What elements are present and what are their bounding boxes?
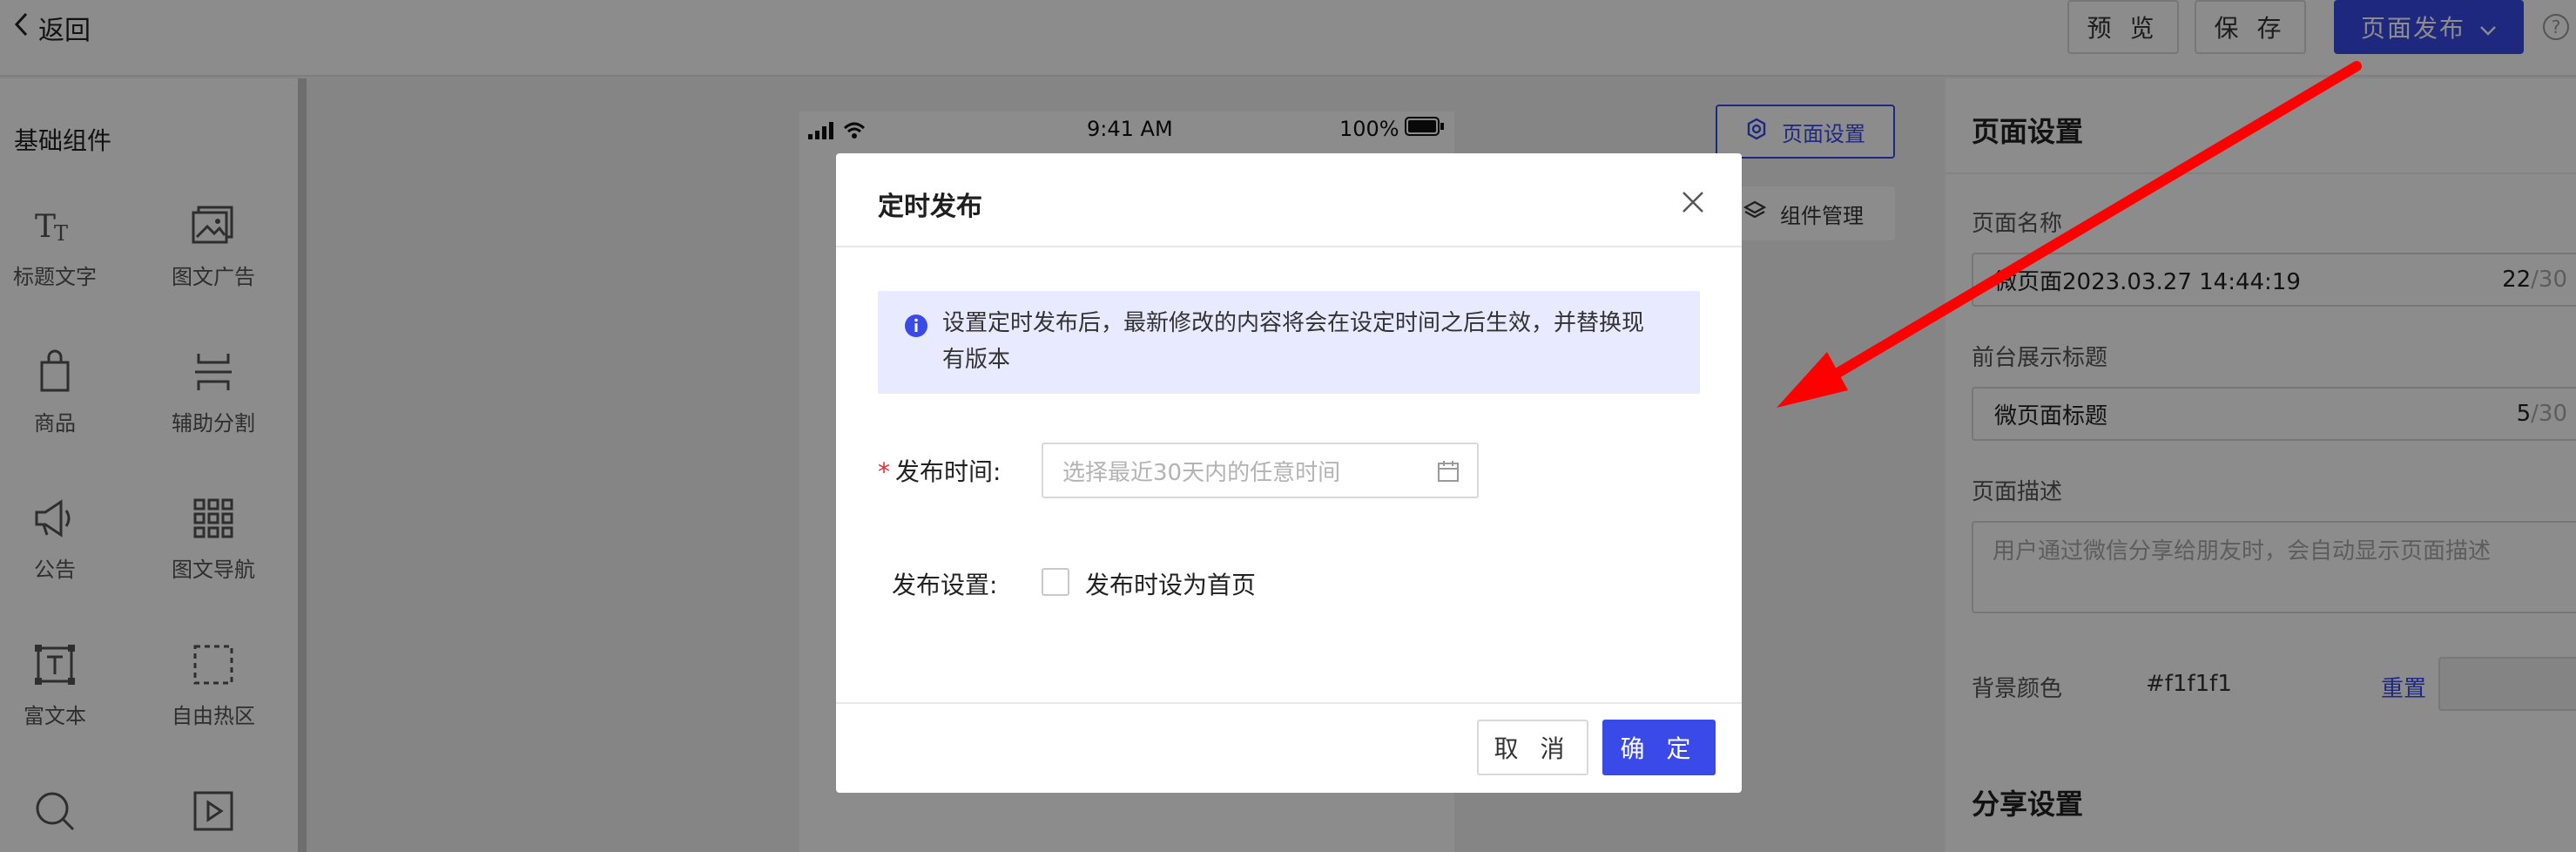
notice-text: 设置定时发布后，最新修改的内容将会在设定时间之后生效，并替换现有版本	[942, 310, 1645, 373]
publish-setting-label: 发布设置:	[892, 571, 998, 599]
scheduled-publish-dialog: 定时发布 设置定时发布后，最新修改的内容将会在设定时间之后生效，并替换现有版本 …	[836, 153, 1742, 793]
close-icon[interactable]	[1681, 190, 1705, 214]
set-homepage-checkbox[interactable]	[1042, 568, 1069, 596]
dialog-header: 定时发布	[836, 153, 1742, 247]
dialog-title: 定时发布	[878, 192, 982, 222]
set-homepage-label[interactable]: 发布时设为首页	[1085, 566, 1256, 601]
dialog-footer-divider	[836, 702, 1742, 704]
required-mark: *	[878, 457, 890, 486]
calendar-icon	[1437, 460, 1460, 483]
info-icon	[904, 314, 928, 338]
publish-time-placeholder: 选择最近30天内的任意时间	[1062, 459, 1341, 486]
cancel-button[interactable]: 取 消	[1477, 720, 1588, 775]
info-notice: 设置定时发布后，最新修改的内容将会在设定时间之后生效，并替换现有版本	[878, 291, 1700, 394]
publish-time-label: * 发布时间:	[878, 457, 1001, 486]
confirm-button[interactable]: 确 定	[1602, 720, 1716, 775]
publish-time-picker[interactable]: 选择最近30天内的任意时间	[1042, 443, 1479, 498]
